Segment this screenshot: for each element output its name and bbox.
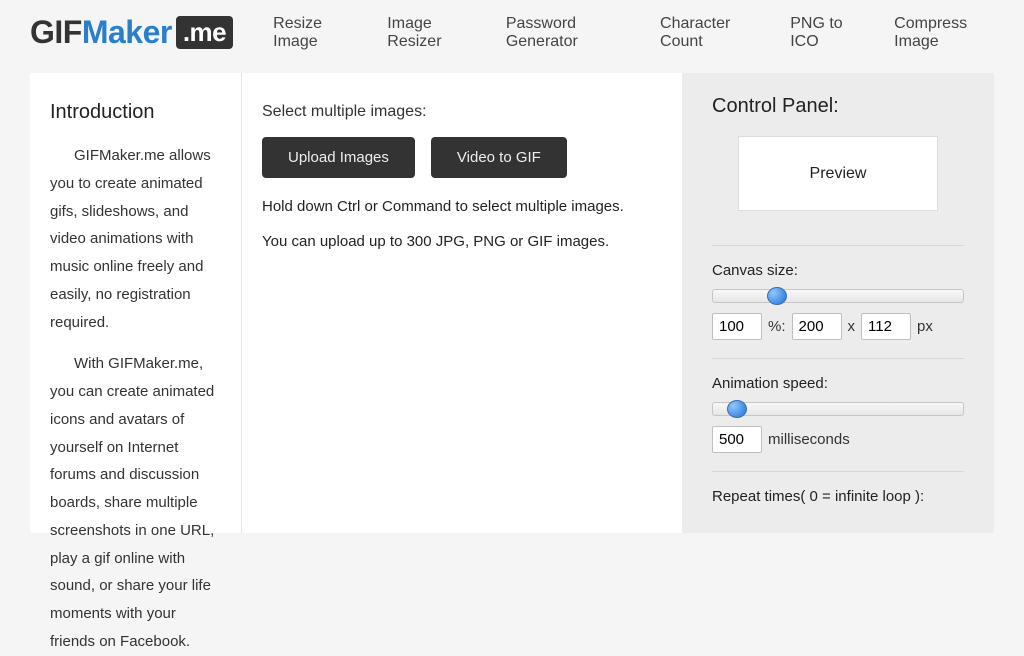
canvas-percent-input[interactable] [712,313,762,340]
canvas-height-input[interactable] [861,313,911,340]
repeat-section: Repeat times( 0 = infinite loop ): [712,471,964,533]
canvas-width-input[interactable] [792,313,842,340]
animation-speed-slider[interactable] [712,402,964,416]
animation-speed-inputs: milliseconds [712,426,964,453]
logo-gif: GIF [30,14,82,51]
select-images-label: Select multiple images: [262,103,662,121]
intro-column: Introduction GIFMaker.me allows you to c… [30,73,242,533]
nav-resize-image[interactable]: Resize Image [273,15,353,51]
page: Introduction GIFMaker.me allows you to c… [30,73,994,533]
px-symbol: px [917,318,933,335]
milliseconds-label: milliseconds [768,431,850,448]
canvas-size-section: Canvas size: %: x px [712,245,964,358]
speed-slider-thumb[interactable] [727,400,747,418]
upload-images-button[interactable]: Upload Images [262,137,415,178]
limit-hint: You can upload up to 300 JPG, PNG or GIF… [262,233,662,250]
intro-heading: Introduction [50,101,221,124]
intro-paragraph-2: With GIFMaker.me, you can create animate… [50,350,221,655]
canvas-size-inputs: %: x px [712,313,964,340]
header: GIFMaker.me Resize Image Image Resizer P… [0,0,1024,73]
top-nav: Resize Image Image Resizer Password Gene… [273,15,994,51]
ctrl-hint: Hold down Ctrl or Command to select mult… [262,198,662,215]
animation-speed-section: Animation speed: milliseconds [712,358,964,471]
intro-paragraph-1: GIFMaker.me allows you to create animate… [50,142,221,336]
animation-speed-input[interactable] [712,426,762,453]
upload-column: Select multiple images: Upload Images Vi… [242,73,682,533]
animation-speed-label: Animation speed: [712,375,964,392]
canvas-size-label: Canvas size: [712,262,964,279]
percent-symbol: %: [768,318,786,335]
logo-me: .me [176,16,233,49]
canvas-size-slider[interactable] [712,289,964,303]
canvas-slider-thumb[interactable] [767,287,787,305]
nav-character-count[interactable]: Character Count [660,15,756,51]
nav-password-generator[interactable]: Password Generator [506,15,626,51]
logo[interactable]: GIFMaker.me [30,14,233,51]
repeat-label: Repeat times( 0 = infinite loop ): [712,488,964,505]
control-panel-title: Control Panel: [712,95,964,118]
preview-label: Preview [810,165,867,183]
logo-maker: Maker [82,14,172,51]
preview-box: Preview [738,136,938,211]
button-row: Upload Images Video to GIF [262,137,662,178]
video-to-gif-button[interactable]: Video to GIF [431,137,567,178]
x-symbol: x [848,318,856,335]
nav-png-to-ico[interactable]: PNG to ICO [790,15,860,51]
nav-image-resizer[interactable]: Image Resizer [387,15,472,51]
control-panel: Control Panel: Preview Canvas size: %: x… [682,73,994,533]
nav-compress-image[interactable]: Compress Image [894,15,994,51]
